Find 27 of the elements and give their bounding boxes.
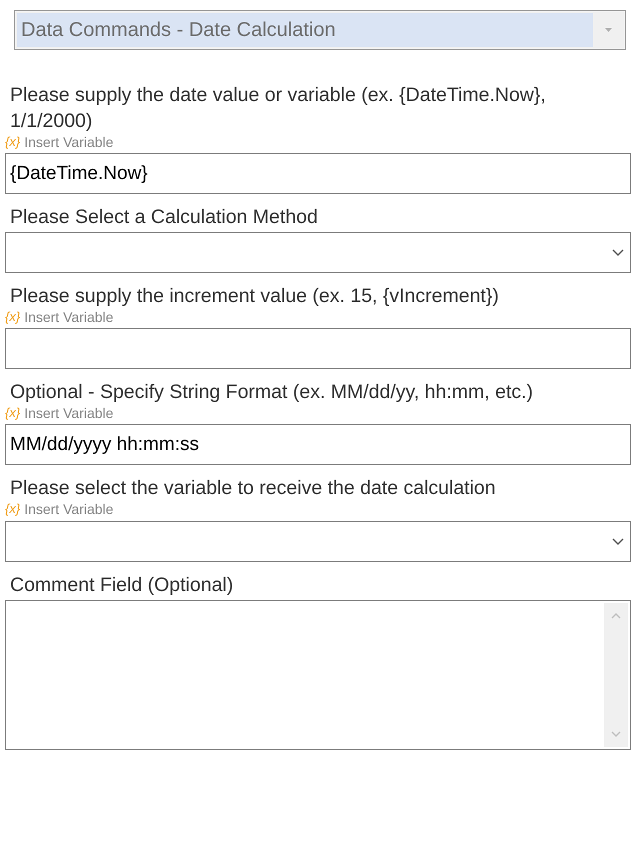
insert-variable-link[interactable]: Insert Variable [24, 132, 114, 152]
dropdown-arrow-icon [604, 28, 612, 32]
scrollbar[interactable] [604, 603, 628, 747]
chevron-down-icon [612, 249, 624, 256]
insert-variable-link[interactable]: Insert Variable [24, 306, 114, 328]
insert-variable-link[interactable]: Insert Variable [24, 402, 114, 424]
field-label: Please Select a Calculation Method [9, 205, 319, 230]
text-field[interactable]: MM/dd/yyyy hh:mm:ss [5, 424, 631, 465]
variable-icon: {x} [5, 403, 20, 423]
select-field[interactable] [5, 232, 631, 273]
field-label: Please select the variable to receive the date calculation [9, 476, 497, 501]
variable-icon: {x} [5, 307, 20, 327]
scroll-up-icon[interactable] [611, 613, 621, 619]
dropdown-value: Data Commands - Date Calculation [21, 18, 336, 43]
text-field[interactable]: {DateTime.Now} [5, 153, 631, 194]
text-field[interactable] [5, 328, 631, 369]
field-label: Comment Field (Optional) [9, 573, 234, 598]
scroll-down-icon[interactable] [611, 731, 621, 737]
comment-field[interactable] [5, 600, 631, 750]
chevron-down-icon [612, 538, 624, 545]
select-field[interactable] [5, 521, 631, 562]
insert-variable-link[interactable]: Insert Variable [24, 498, 114, 520]
variable-icon: {x} [5, 132, 20, 152]
field-label: Optional - Specify String Format (ex. MM/dd/yy, hh:mm, etc.) [9, 380, 534, 405]
field-label: Please supply the date value or variable (ex. {DateTime.Now}, 1/1/2000) [9, 83, 547, 134]
field-label: Please supply the increment value (ex. 15, {vIncrement}) [9, 284, 500, 309]
variable-icon: {x} [5, 499, 20, 519]
